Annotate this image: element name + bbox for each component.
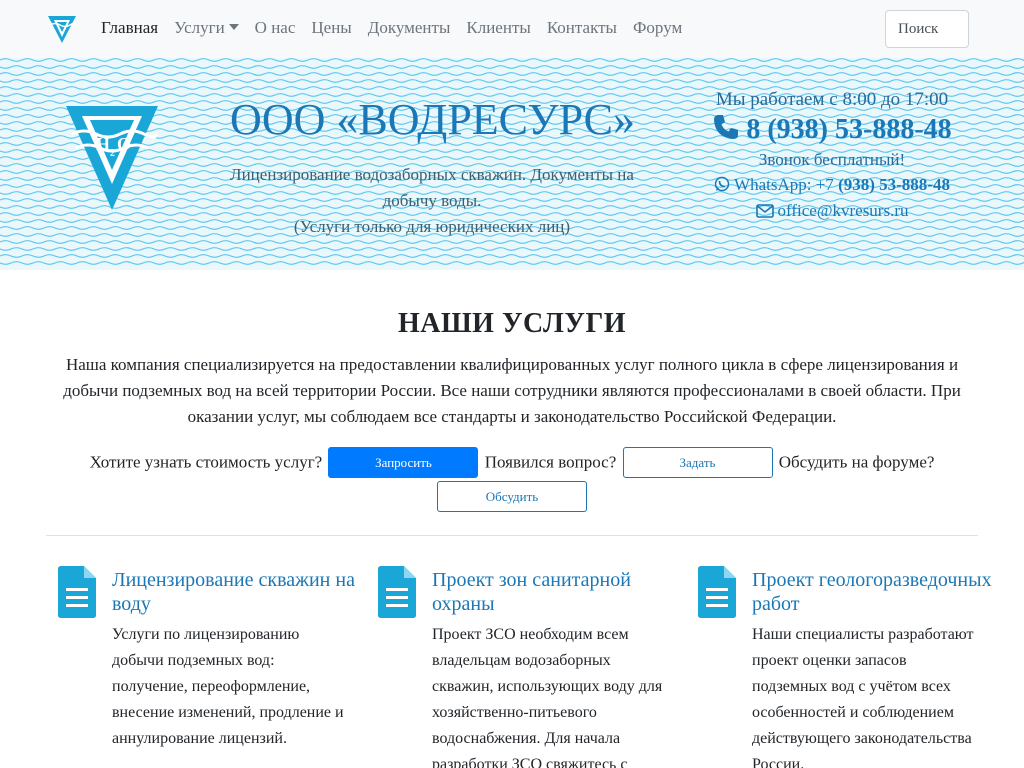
h2o-logo-icon[interactable]: H 2 O xyxy=(64,104,160,214)
request-price-button[interactable]: Запросить xyxy=(328,446,479,478)
nav-link-clients[interactable]: Клиенты xyxy=(466,18,530,38)
search-input[interactable] xyxy=(885,10,969,48)
cta-question-price: Хотите узнать стоимость услуг? xyxy=(89,452,323,472)
document-icon xyxy=(698,566,736,618)
top-navbar: Главная Услуги О нас Цены Документы Клие… xyxy=(0,0,1024,58)
phone-number: 8 (938) 53-888-48 xyxy=(746,114,952,145)
email-address: office@kvresurs.ru xyxy=(777,201,909,220)
phone-link[interactable]: 8 (938) 53-888-48 xyxy=(690,112,974,148)
working-hours: Мы работаем с 8:00 до 17:00 xyxy=(715,89,949,110)
site-header: H 2 O ООО «ВОДРЕСУРС» Лицензирование вод… xyxy=(0,58,1024,270)
contacts-block: Мы работаем с 8:00 до 17:00 8 (938) 53-8… xyxy=(690,88,974,224)
chevron-down-icon xyxy=(228,24,239,30)
tagline-note: (Услуги только для юридических лиц) xyxy=(293,217,571,236)
nav-link-forum[interactable]: Форум xyxy=(633,18,682,38)
cta-question-ask: Появился вопрос? xyxy=(484,452,617,472)
service-title-licensing[interactable]: Лицензирование скважин на воду xyxy=(112,568,362,616)
free-call-note: Звонок бесплатный! xyxy=(758,150,906,169)
whatsapp-number: (938) 53-888-48 xyxy=(838,175,950,194)
cta-question-forum: Обсудить на форуме? xyxy=(778,452,935,472)
svg-text:O: O xyxy=(117,134,131,154)
whatsapp-icon xyxy=(714,176,730,192)
phone-icon xyxy=(714,115,739,139)
nav-link-documents[interactable]: Документы xyxy=(368,18,451,38)
svg-text:2: 2 xyxy=(110,148,115,159)
nav-link-about[interactable]: О нас xyxy=(255,18,296,38)
logo-icon[interactable] xyxy=(46,13,78,45)
ask-question-button[interactable]: Задать xyxy=(622,446,773,478)
nav-link-contacts[interactable]: Контакты xyxy=(547,18,617,38)
section-divider xyxy=(46,535,978,536)
document-icon xyxy=(378,566,416,618)
document-icon xyxy=(58,566,96,618)
service-title-geology[interactable]: Проект геологоразведочных работ xyxy=(752,568,1002,616)
cta-row: Хотите узнать стоимость услуг? Запросить… xyxy=(40,444,984,513)
whatsapp-label: WhatsApp: +7 xyxy=(734,175,834,194)
svg-text:H: H xyxy=(96,134,110,154)
discuss-forum-button[interactable]: Обсудить xyxy=(437,481,587,513)
whatsapp-link[interactable]: WhatsApp: +7 (938) 53-888-48 xyxy=(690,172,974,198)
service-text-licensing: Услуги по лицензированию добычи подземны… xyxy=(112,626,344,747)
email-link[interactable]: office@kvresurs.ru xyxy=(690,198,974,224)
nav-menu: Главная Услуги О нас Цены Документы Клие… xyxy=(101,18,698,38)
services-heading: НАШИ УСЛУГИ xyxy=(397,308,627,339)
nav-link-prices[interactable]: Цены xyxy=(311,18,351,38)
nav-link-services-label: Услуги xyxy=(174,18,225,37)
nav-link-services[interactable]: Услуги xyxy=(174,18,239,38)
services-intro: Наша компания специализируется на предос… xyxy=(63,355,961,426)
service-title-zso[interactable]: Проект зон санитарной охраны xyxy=(432,568,682,616)
company-name: ООО «ВОДРЕСУРС» xyxy=(230,95,635,144)
envelope-icon xyxy=(755,204,774,218)
company-tagline: Лицензирование водозаборных скважин. Док… xyxy=(216,162,648,240)
service-text-geology: Наши специалисты разработают проект оцен… xyxy=(752,626,974,768)
nav-link-home[interactable]: Главная xyxy=(101,18,158,38)
service-text-zso: Проект ЗСО необходим всем владельцам вод… xyxy=(432,626,663,768)
tagline-main: Лицензирование водозаборных скважин. Док… xyxy=(230,165,634,210)
